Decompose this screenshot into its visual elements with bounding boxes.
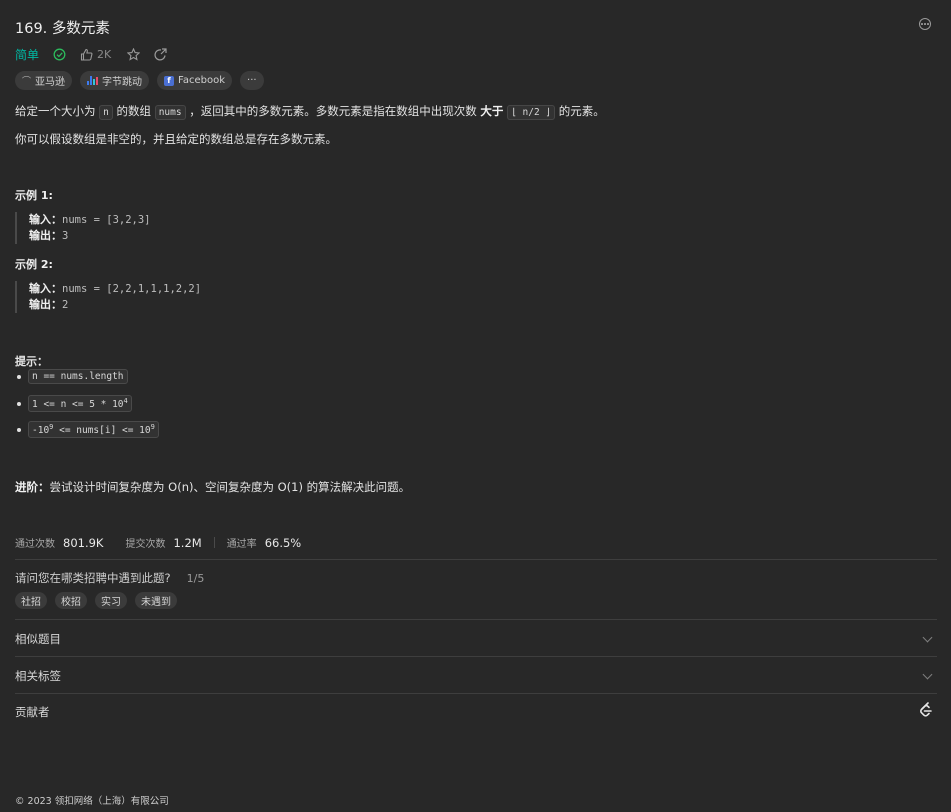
acceptance-rate: 66.5% [264, 535, 302, 550]
example-1-input: nums = [3,2,3] [62, 214, 151, 226]
difficulty-badge: 简单 [15, 47, 40, 62]
facebook-logo-icon: f [164, 75, 175, 86]
similar-problems-section[interactable]: 相似题目 [15, 631, 937, 647]
share-icon [154, 47, 167, 60]
amazon-logo-icon: ⌒ [22, 77, 32, 87]
divider [15, 559, 937, 560]
divider [213, 537, 215, 548]
constraint-item: 1 <= n <= 5 * 104 [17, 395, 132, 413]
constraints-title: 提示： [15, 355, 48, 368]
divider [15, 619, 937, 620]
company-tags: ⌒ 亚马逊 字节跳动 f Facebook ··· [15, 71, 264, 90]
leetcode-logo-icon [920, 702, 932, 717]
star-icon [127, 47, 141, 61]
constraint-item: n == nums.length [17, 369, 128, 384]
bullet-icon [17, 374, 21, 379]
constraint-item: -109 <= nums[i] <= 109 [17, 421, 159, 439]
chevron-down-icon [922, 632, 933, 643]
description-paragraph-2: 你可以假设数组是非空的，并且给定的数组总是存在多数元素。 [15, 132, 337, 146]
survey-options: 社招 校招 实习 未遇到 [15, 592, 177, 609]
solved-check-icon [53, 48, 66, 61]
divider [15, 656, 937, 657]
favorite-button[interactable] [127, 47, 141, 61]
likes-count: 2K [97, 47, 112, 61]
thumbs-up-icon [80, 48, 93, 61]
inline-code: nums [154, 105, 186, 120]
submissions-count: 1.2M [173, 535, 202, 550]
problem-meta-bar: 简单 2K [15, 45, 181, 63]
footer-copyright: © 2023 领扣网络（上海）有限公司 [15, 796, 169, 807]
example-1-block: 输入：nums = [3,2,3] 输出：3 [15, 212, 151, 244]
example-1-output: 3 [62, 230, 69, 242]
company-tag-amazon[interactable]: ⌒ 亚马逊 [15, 71, 73, 90]
interview-survey: 请问您在哪类招聘中遇到此题? 1/5 [15, 571, 205, 585]
example-2-output: 2 [62, 299, 69, 311]
inline-code: ⌊ n/2 ⌋ [507, 105, 556, 120]
more-options-icon[interactable] [919, 18, 931, 30]
share-button[interactable] [154, 47, 167, 61]
example-2-block: 输入：nums = [2,2,1,1,1,2,2] 输出：2 [15, 281, 201, 313]
description-paragraph-1: 给定一个大小为 n 的数组 nums ，返回其中的多数元素。多数元素是指在数组中… [15, 104, 605, 120]
bullet-icon [17, 401, 21, 406]
contributors-section[interactable]: 贡献者 [15, 702, 937, 720]
survey-option-social[interactable]: 社招 [15, 592, 47, 609]
survey-option-campus[interactable]: 校招 [55, 592, 87, 609]
survey-count: 1/5 [186, 572, 205, 585]
survey-option-never[interactable]: 未遇到 [135, 592, 177, 609]
example-2-input: nums = [2,2,1,1,1,2,2] [62, 283, 202, 295]
divider [15, 693, 937, 694]
bullet-icon [17, 427, 21, 432]
stats-bar: 通过次数 801.9K 提交次数 1.2M 通过率 66.5% [15, 535, 302, 551]
chevron-down-icon [922, 669, 933, 680]
more-companies-button[interactable]: ··· [240, 71, 264, 90]
company-tag-bytedance[interactable]: 字节跳动 [80, 71, 150, 90]
like-button[interactable]: 2K [80, 48, 111, 61]
example-2-title: 示例 2: [15, 258, 53, 271]
problem-title: 169. 多数元素 [15, 21, 110, 37]
survey-option-intern[interactable]: 实习 [95, 592, 127, 609]
accepted-count: 801.9K [63, 535, 104, 550]
company-tag-facebook[interactable]: f Facebook [157, 71, 233, 90]
inline-code: n [99, 105, 113, 120]
related-tags-section[interactable]: 相关标签 [15, 668, 937, 684]
follow-up: 进阶：尝试设计时间复杂度为 O(n)、空间复杂度为 O(1) 的算法解决此问题。 [15, 480, 411, 494]
example-1-title: 示例 1: [15, 189, 53, 202]
bytedance-logo-icon [87, 76, 99, 85]
